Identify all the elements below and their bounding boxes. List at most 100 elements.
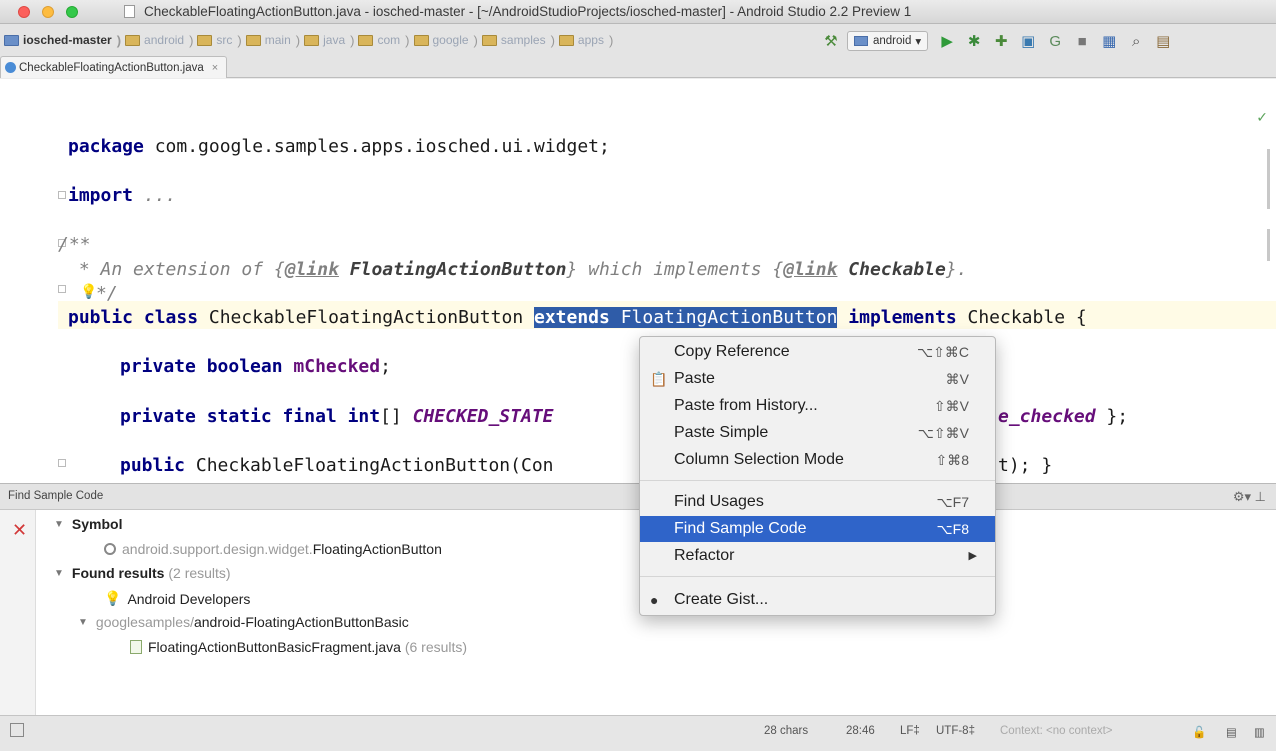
expand-triangle-icon[interactable]: ▼	[54, 519, 64, 530]
code-editor[interactable]: ✓ package com.google.samples.apps.iosche…	[0, 79, 1276, 483]
attach-debugger-icon[interactable]: ▣	[1017, 30, 1039, 52]
java-file-icon	[130, 640, 142, 654]
main-toolbar: ⚒ android ▾ ▶ ✱ ✚ ▣ G ■ ▦ ⌕ ▤	[820, 28, 1179, 54]
java-class-icon	[5, 62, 16, 73]
github-icon: ●	[650, 592, 659, 608]
close-tab-icon[interactable]: ×	[212, 62, 218, 74]
editor-gutter	[0, 79, 58, 483]
code-line-field-checked: private boolean mChecked;	[120, 356, 391, 377]
close-panel-icon[interactable]: ✕	[12, 520, 27, 541]
symbol-search-icon	[104, 543, 116, 555]
expand-triangle-icon[interactable]: ▼	[54, 568, 64, 579]
breadcrumb-item[interactable]: apps)	[558, 33, 613, 48]
breadcrumb-item[interactable]: java)	[304, 33, 354, 48]
window-minimize-button[interactable]	[42, 6, 54, 18]
window-close-button[interactable]	[18, 6, 30, 18]
file-icon	[124, 5, 135, 18]
tree-node-repository[interactable]: ▼ googlesamples/android-FloatingActionBut…	[78, 614, 409, 630]
lightbulb-icon: 💡	[104, 590, 122, 606]
tree-node-file[interactable]: FloatingActionButtonBasicFragment.java (…	[130, 639, 467, 655]
status-encoding[interactable]: UTF-8‡	[936, 725, 975, 737]
project-structure-icon[interactable]: ▦	[1098, 30, 1120, 52]
tree-node-provider[interactable]: 💡 Android Developers	[104, 590, 250, 607]
breadcrumb-item[interactable]: main)	[245, 33, 300, 48]
breadcrumb: iosched-master) android) src) main) java…	[4, 28, 617, 52]
lock-icon[interactable]: 🔓	[1192, 725, 1206, 739]
search-icon[interactable]: ⌕	[1125, 30, 1147, 52]
fold-toggle[interactable]	[58, 285, 66, 293]
run-icon[interactable]: ▶	[936, 30, 958, 52]
title-bar: CheckableFloatingActionButton.java - ios…	[0, 0, 1276, 24]
tree-node-found-results[interactable]: ▼ Found results (2 results)	[54, 565, 231, 581]
navigation-bar: iosched-master) android) src) main) java…	[0, 24, 1276, 78]
find-panel-title: Find Sample Code	[8, 490, 104, 502]
tree-node-symbol-class[interactable]: android.support.design.widget. FloatingAc…	[104, 541, 442, 557]
window-title: CheckableFloatingActionButton.java - ios…	[144, 4, 912, 19]
menu-item-find-usages[interactable]: Find Usages ⌥F7	[640, 489, 995, 515]
code-line-field-state-set: private static final int[] CHECKED_STATE	[120, 406, 554, 427]
folder-icon	[413, 34, 429, 46]
selected-text: extends FloatingActionButton	[534, 307, 838, 328]
context-menu: Copy Reference ⌥⇧⌘C 📋 Paste ⌘V Paste from H…	[639, 336, 996, 616]
folder-icon	[125, 34, 141, 46]
folder-icon	[558, 34, 574, 46]
tool-windows-toggle-icon[interactable]	[10, 723, 24, 737]
code-line-doc-open: /**	[58, 234, 91, 255]
inspector-icon[interactable]: ▥	[1254, 725, 1265, 739]
folder-icon	[358, 34, 374, 46]
lightbulb-icon[interactable]: 💡	[80, 283, 97, 300]
find-panel-sidebar: ✕	[0, 510, 36, 715]
breadcrumb-item[interactable]: iosched-master)	[4, 33, 121, 48]
profile-icon[interactable]: ✚	[990, 30, 1012, 52]
event-log-icon[interactable]: ▤	[1226, 725, 1237, 739]
status-bar: 28 chars 28:46 LF‡ UTF-8‡ Context: <no c…	[0, 715, 1276, 751]
tab-checkable-floating-action-button[interactable]: CheckableFloatingActionButton.java ×	[0, 56, 228, 78]
fold-toggle[interactable]	[58, 459, 66, 467]
run-configuration-select[interactable]: android ▾	[847, 31, 929, 51]
folder-icon	[197, 34, 213, 46]
breadcrumb-item[interactable]: google)	[413, 33, 478, 48]
stop-icon[interactable]: ■	[1071, 30, 1093, 52]
tree-node-symbol[interactable]: ▼ Symbol	[54, 516, 122, 532]
folder-icon	[4, 34, 19, 46]
code-line-doc-text: * An extension of {@link FloatingActionB…	[68, 259, 968, 280]
expand-triangle-icon[interactable]: ▼	[78, 617, 88, 628]
code-line-package: package com.google.samples.apps.iosched.…	[68, 136, 610, 157]
scrollbar-marker[interactable]	[1267, 229, 1270, 261]
status-char-count: 28 chars	[764, 725, 809, 737]
panel-settings-icon[interactable]: ⚙▾ ⊥	[1233, 489, 1266, 505]
menu-item-paste[interactable]: 📋 Paste ⌘V	[640, 366, 995, 392]
folder-icon	[304, 34, 320, 46]
menu-item-paste-from-history[interactable]: Paste from History... ⇧⌘V	[640, 393, 995, 419]
hammer-icon[interactable]: ⚒	[820, 30, 842, 52]
code-line-import: import ...	[68, 185, 177, 206]
menu-item-find-sample-code[interactable]: Find Sample Code ⌥F8	[640, 516, 995, 542]
submenu-arrow-icon: ▶	[968, 550, 977, 562]
code-line-doc-close: */	[96, 283, 118, 304]
breadcrumb-item[interactable]: android)	[125, 33, 193, 48]
status-caret-position[interactable]: 28:46	[846, 725, 875, 737]
code-line-field-state-set-tail: e_checked };	[998, 406, 1129, 427]
find-panel-body: ✕ ▼ Symbol android.support.design.widget.…	[0, 510, 1276, 715]
window-maximize-button[interactable]	[66, 6, 78, 18]
menu-separator	[640, 576, 995, 577]
menu-item-copy-reference[interactable]: Copy Reference ⌥⇧⌘C	[640, 339, 995, 365]
status-context[interactable]: Context: <no context>	[1000, 725, 1113, 737]
find-panel-header: Find Sample Code ⚙▾ ⊥	[0, 483, 1276, 510]
status-line-separator[interactable]: LF‡	[900, 725, 920, 737]
fold-toggle[interactable]	[58, 191, 66, 199]
scrollbar-marker[interactable]	[1267, 149, 1270, 209]
debug-icon[interactable]: ✱	[963, 30, 985, 52]
menu-item-create-gist[interactable]: ● Create Gist...	[640, 587, 995, 613]
breadcrumb-item[interactable]: com)	[358, 33, 410, 48]
breadcrumb-item[interactable]: samples)	[481, 33, 555, 48]
menu-item-refactor[interactable]: Refactor ▶	[640, 543, 995, 569]
android-device-monitor-icon[interactable]: ▤	[1152, 30, 1174, 52]
paste-icon: 📋	[650, 371, 668, 387]
menu-item-column-selection-mode[interactable]: Column Selection Mode ⇧⌘8	[640, 447, 995, 473]
folder-icon	[481, 34, 497, 46]
editor-tabs: CheckableFloatingActionButton.java ×	[0, 54, 228, 78]
breadcrumb-item[interactable]: src)	[197, 33, 242, 48]
sync-gradle-icon[interactable]: G	[1044, 30, 1066, 52]
menu-item-paste-simple[interactable]: Paste Simple ⌥⇧⌘V	[640, 420, 995, 446]
